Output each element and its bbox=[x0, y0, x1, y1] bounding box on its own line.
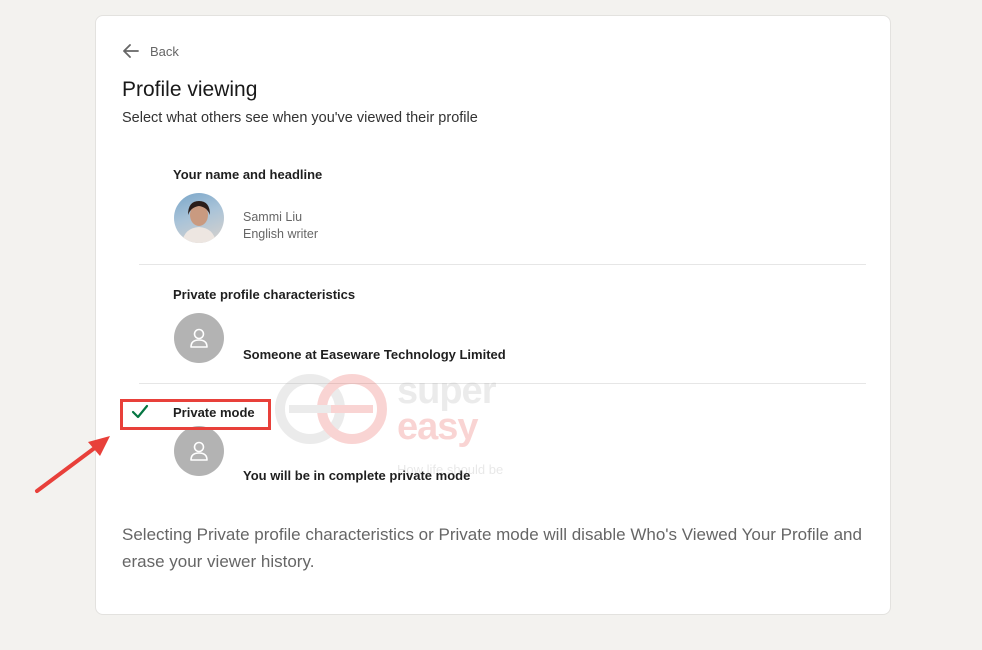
arrow-left-icon bbox=[123, 44, 139, 58]
annotation-arrow-icon bbox=[35, 436, 110, 493]
option-private-characteristics[interactable]: Private profile characteristics Someone … bbox=[139, 265, 866, 384]
settings-card: Back Profile viewing Select what others … bbox=[95, 15, 891, 615]
option-name-and-headline[interactable]: Your name and headline Sammi Liu English… bbox=[139, 141, 866, 265]
back-label: Back bbox=[150, 43, 179, 59]
option-title: Private mode bbox=[173, 405, 255, 420]
option-private-mode[interactable]: Private mode You will be in complete pri… bbox=[131, 384, 866, 494]
footnote: Selecting Private profile characteristic… bbox=[122, 525, 862, 571]
profile-name: Sammi Liu bbox=[243, 210, 303, 224]
option-title: Your name and headline bbox=[173, 167, 323, 182]
person-silhouette-icon bbox=[174, 313, 224, 363]
page-title: Profile viewing bbox=[122, 78, 258, 101]
profile-headline: English writer bbox=[243, 227, 319, 241]
option-description: Someone at Easeware Technology Limited bbox=[243, 347, 506, 362]
back-button[interactable]: Back bbox=[123, 41, 179, 61]
checkmark-icon bbox=[131, 404, 149, 419]
page-subtitle: Select what others see when you've viewe… bbox=[122, 110, 478, 126]
avatar bbox=[174, 193, 224, 243]
option-title: Private profile characteristics bbox=[173, 287, 356, 302]
person-silhouette-icon bbox=[174, 426, 224, 476]
option-description: You will be in complete private mode bbox=[243, 468, 471, 483]
